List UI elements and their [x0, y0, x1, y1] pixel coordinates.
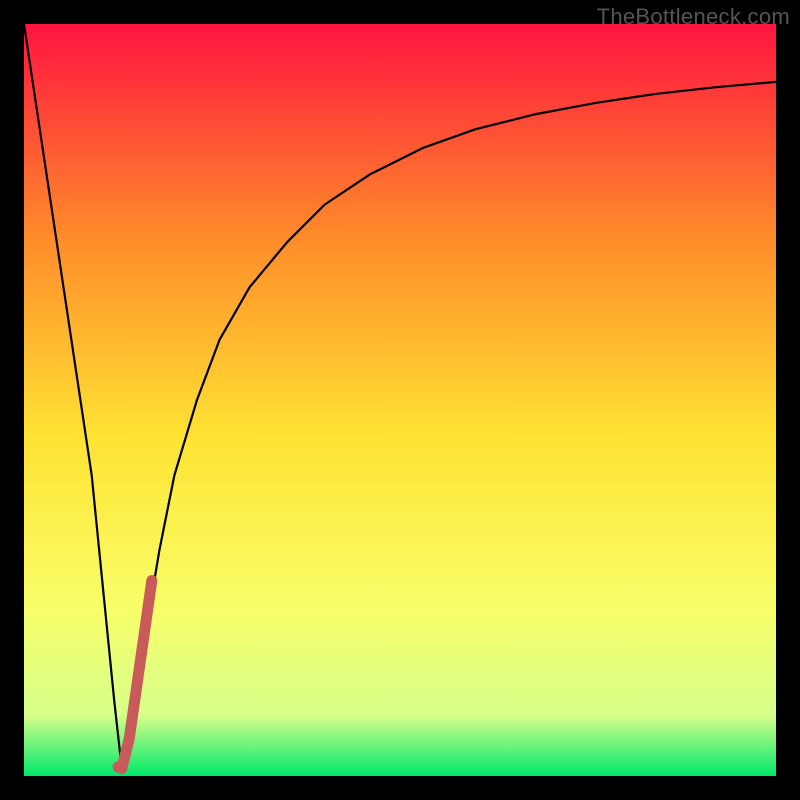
- chart-svg: [24, 24, 776, 776]
- chart-plot-area: [24, 24, 776, 776]
- watermark-text: TheBottleneck.com: [597, 4, 790, 30]
